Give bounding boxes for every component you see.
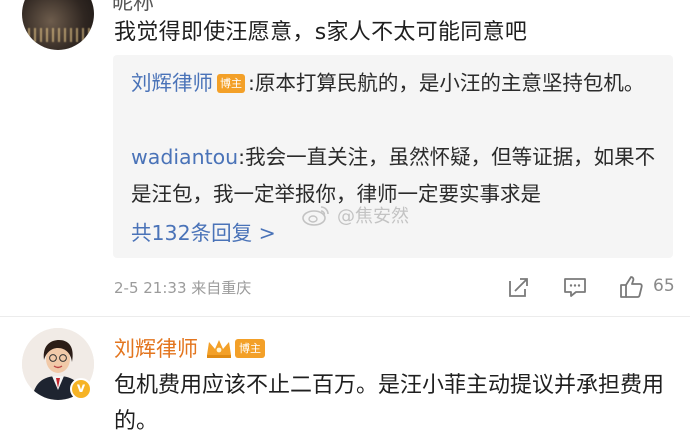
- more-replies-link[interactable]: 共132条回复 >: [131, 217, 276, 249]
- vip-badge: 博主: [204, 336, 265, 360]
- comment-text: 包机费用应该不止二百万。是汪小菲主动提议并承担费用的。: [114, 373, 665, 434]
- blogger-badge: 博主: [235, 338, 265, 358]
- like-count: 65: [653, 276, 675, 296]
- reply-author[interactable]: 刘辉律师: [131, 71, 213, 95]
- thumbs-up-icon[interactable]: [618, 274, 644, 300]
- divider: [0, 316, 690, 317]
- reply-thread[interactable]: 刘辉律师 博主:原本打算民航的，是小汪的主意坚持包机。 wadiantou:我会一…: [113, 55, 673, 258]
- reply-separator: :: [248, 71, 255, 95]
- comment-time: 2-5 21:33: [114, 279, 187, 297]
- weibo-logo-icon: [302, 206, 329, 226]
- blogger-badge: 博主: [217, 74, 245, 93]
- comment-icon[interactable]: [562, 274, 588, 300]
- watermark: @焦安然: [301, 202, 409, 228]
- blogger-name-row: 刘辉律师 博主: [114, 333, 265, 363]
- reply-text: 原本打算民航的，是小汪的主意坚持包机。: [254, 71, 645, 95]
- commenter-avatar[interactable]: [22, 0, 94, 50]
- comment-meta: 2-5 21:33 来自重庆: [114, 277, 251, 298]
- crown-icon: [207, 340, 231, 358]
- verified-badge-icon: v: [70, 378, 92, 400]
- comment-text: 我觉得即使汪愿意，s家人不太可能同意吧: [114, 20, 528, 45]
- blogger-name[interactable]: 刘辉律师: [114, 333, 198, 363]
- reply-author[interactable]: wadiantou: [131, 145, 238, 169]
- share-icon[interactable]: [506, 274, 532, 300]
- watermark-text: @焦安然: [337, 206, 409, 227]
- comment-location: 来自重庆: [191, 279, 252, 297]
- reply-item: 刘辉律师 博主:原本打算民航的，是小汪的主意坚持包机。: [131, 65, 661, 102]
